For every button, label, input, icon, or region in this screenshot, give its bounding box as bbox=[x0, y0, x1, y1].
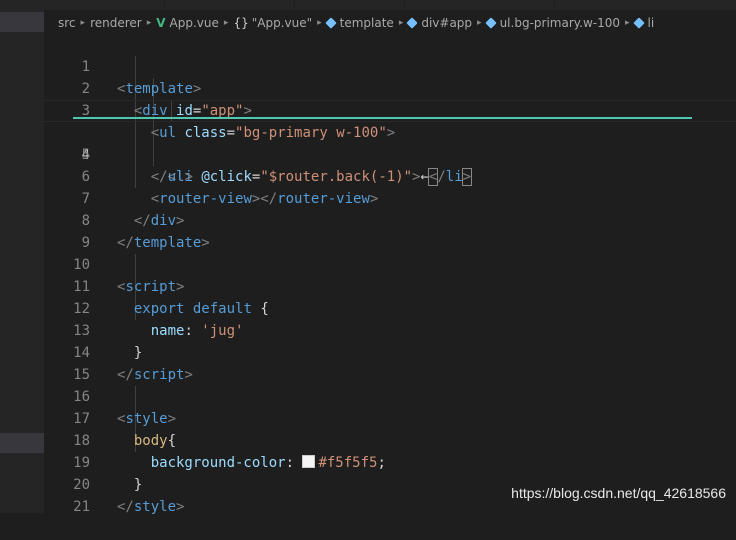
chevron-right-icon: ▸ bbox=[477, 18, 482, 28]
editor-tab[interactable] bbox=[164, 0, 295, 10]
chevron-right-icon: ▸ bbox=[398, 18, 404, 28]
code-editor[interactable]: 1 <template> 2 <div id="app"> 3 <ul clas… bbox=[44, 34, 736, 515]
vue-logo-icon: V bbox=[156, 16, 166, 30]
chevron-right-icon: ▸ bbox=[317, 18, 322, 28]
breadcrumb-renderer[interactable]: renderer bbox=[90, 16, 142, 30]
braces-icon: {} bbox=[233, 16, 249, 30]
breadcrumb-ul[interactable]: ul.bg-primary.w-100 bbox=[500, 16, 620, 30]
line-number: 21 bbox=[73, 499, 90, 515]
symbol-cube-icon bbox=[632, 17, 645, 29]
breadcrumb-div[interactable]: div#app bbox=[421, 16, 472, 30]
code-line: 18 background-color: #f5f5f5; bbox=[44, 408, 736, 471]
breadcrumb-src[interactable]: src bbox=[58, 16, 76, 30]
code-line: 19 } bbox=[44, 430, 736, 493]
symbol-cube-icon bbox=[324, 17, 337, 29]
symbol-cube-icon bbox=[484, 17, 497, 29]
chevron-right-icon: ▸ bbox=[223, 18, 229, 28]
editor-tab[interactable] bbox=[294, 0, 405, 10]
code-line: 14 </script> bbox=[44, 320, 736, 383]
breadcrumb-file[interactable]: App.vue bbox=[170, 16, 219, 30]
chevron-right-icon: ▸ bbox=[146, 18, 152, 28]
breadcrumb: src ▸ renderer ▸ V App.vue ▸ {} "App.vue… bbox=[44, 10, 736, 36]
code-line: 12 name: 'jug' bbox=[44, 276, 736, 339]
breadcrumb-component[interactable]: "App.vue" bbox=[252, 16, 312, 30]
code-line: 15 bbox=[44, 342, 736, 383]
editor-tab[interactable] bbox=[554, 0, 736, 10]
code-line: 7 </div> bbox=[44, 166, 736, 229]
editor-tab[interactable] bbox=[404, 0, 555, 10]
chevron-right-icon: ▸ bbox=[80, 18, 86, 28]
breadcrumb-li[interactable]: li bbox=[648, 16, 655, 30]
code-line: 20 </style> bbox=[44, 452, 736, 515]
symbol-cube-icon bbox=[406, 17, 419, 29]
code-line: 3 <ul class="bg-primary w-100"> bbox=[44, 78, 736, 141]
activity-item-active-lower[interactable] bbox=[0, 433, 44, 453]
editor-tab[interactable] bbox=[44, 0, 165, 10]
chevron-right-icon: ▸ bbox=[625, 18, 630, 28]
code-line: 10 <script> bbox=[44, 232, 736, 295]
code-line: 17 body{ bbox=[44, 386, 736, 449]
code-line: 2 <div id="app"> bbox=[44, 56, 736, 119]
code-line: 5 </ul> bbox=[44, 122, 736, 185]
activity-item-active[interactable] bbox=[0, 12, 44, 32]
code-line: 1 <template> bbox=[44, 34, 736, 97]
code-line: 13 } bbox=[44, 298, 736, 361]
code-line: 11 export default { bbox=[44, 254, 736, 317]
code-line: 16 <style> bbox=[44, 364, 736, 427]
code-line: 9 bbox=[44, 210, 736, 251]
breadcrumb-template[interactable]: template bbox=[340, 16, 394, 30]
watermark: https://blog.csdn.net/qq_42618566 bbox=[511, 485, 726, 501]
editor-tab-strip bbox=[44, 0, 736, 10]
code-line: 6 <router-view></router-view> bbox=[44, 144, 736, 207]
cursor-line-underline bbox=[73, 117, 692, 119]
activity-bar bbox=[0, 0, 44, 513]
code-line: 8 </template> bbox=[44, 188, 736, 251]
